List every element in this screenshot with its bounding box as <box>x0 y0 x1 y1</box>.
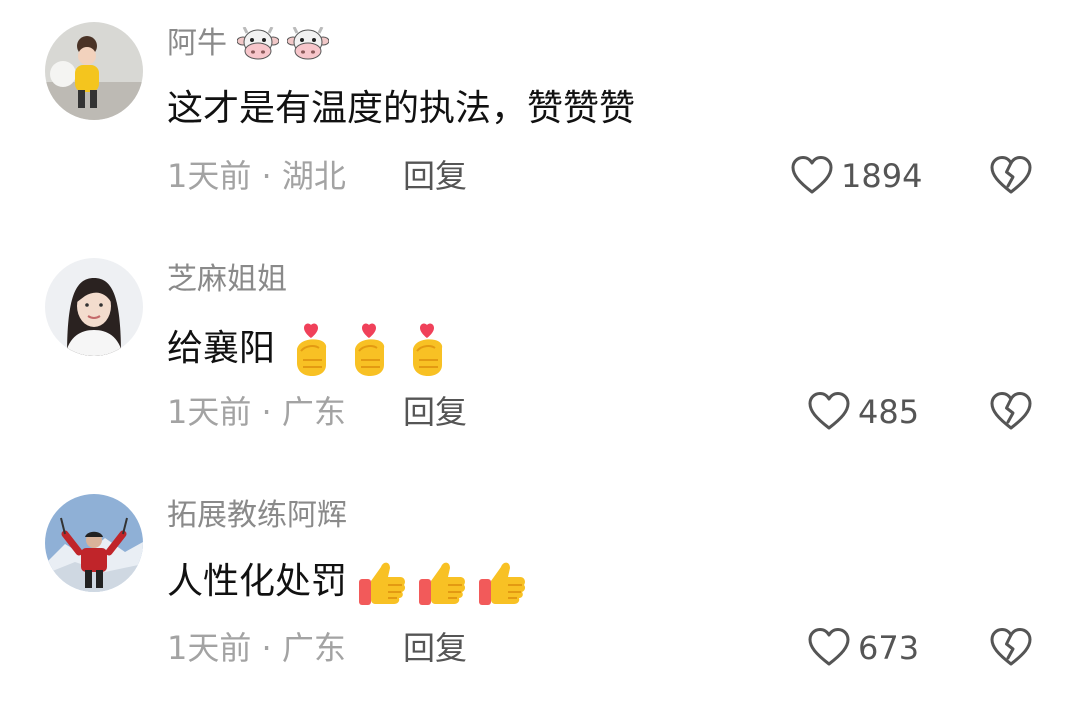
like-button[interactable]: 1894 <box>789 153 922 199</box>
dislike-button[interactable] <box>988 153 1034 199</box>
comment-content: 给襄阳 <box>167 321 451 377</box>
finger-heart-icon <box>405 321 451 377</box>
cow-face-icon <box>287 27 329 61</box>
heart-outline-icon <box>806 625 852 671</box>
comment-meta: 1天前 · 湖北 <box>167 157 346 195</box>
broken-heart-outline-icon <box>988 153 1034 199</box>
username[interactable]: 拓展教练阿辉 <box>167 496 347 536</box>
finger-heart-icon <box>347 321 393 377</box>
thumbs-up-icon <box>477 557 527 607</box>
comment-item: 阿牛 这才是有温度的执法，赞赞赞 1天前 · 湖北 回复 1894 <box>0 0 1080 236</box>
comment-meta: 1天前 · 广东 <box>167 393 346 431</box>
reply-button[interactable]: 回复 <box>403 627 467 669</box>
avatar[interactable] <box>45 258 143 356</box>
comment-item: 拓展教练阿辉 人性化处罚 1天前 · 广东 回复 673 <box>0 472 1080 708</box>
finger-heart-icon <box>289 321 335 377</box>
comment-text: 给襄阳 <box>167 328 276 369</box>
cow-face-icon <box>237 27 279 61</box>
username[interactable]: 阿牛 <box>167 24 329 64</box>
avatar-image <box>45 494 143 592</box>
comment-text: 人性化处罚 <box>167 561 348 602</box>
like-count: 1894 <box>841 157 923 195</box>
broken-heart-outline-icon <box>988 389 1034 435</box>
avatar[interactable] <box>45 22 143 120</box>
like-button[interactable]: 673 <box>806 625 919 671</box>
broken-heart-outline-icon <box>988 625 1034 671</box>
like-count: 485 <box>858 393 920 431</box>
like-button[interactable]: 485 <box>806 389 919 435</box>
comment-text: 这才是有温度的执法，赞赞赞 <box>167 88 636 129</box>
avatar-image <box>45 258 143 356</box>
reply-button[interactable]: 回复 <box>403 391 467 433</box>
thumbs-up-icon <box>417 557 467 607</box>
comment-item: 芝麻姐姐 给襄阳 1天前 · 广东 回复 485 <box>0 236 1080 472</box>
dislike-button[interactable] <box>988 625 1034 671</box>
comment-content: 这才是有温度的执法，赞赞赞 <box>167 85 635 133</box>
avatar-image <box>45 22 143 120</box>
like-count: 673 <box>858 629 920 667</box>
heart-outline-icon <box>789 153 835 199</box>
thumbs-up-icon <box>357 557 407 607</box>
username-text: 芝麻姐姐 <box>167 262 287 297</box>
username-text: 拓展教练阿辉 <box>167 498 347 533</box>
reply-button[interactable]: 回复 <box>403 155 467 197</box>
comment-content: 人性化处罚 <box>167 557 527 607</box>
heart-outline-icon <box>806 389 852 435</box>
dislike-button[interactable] <box>988 389 1034 435</box>
username[interactable]: 芝麻姐姐 <box>167 260 287 300</box>
avatar[interactable] <box>45 494 143 592</box>
username-text: 阿牛 <box>167 26 227 61</box>
comment-meta: 1天前 · 广东 <box>167 629 346 667</box>
